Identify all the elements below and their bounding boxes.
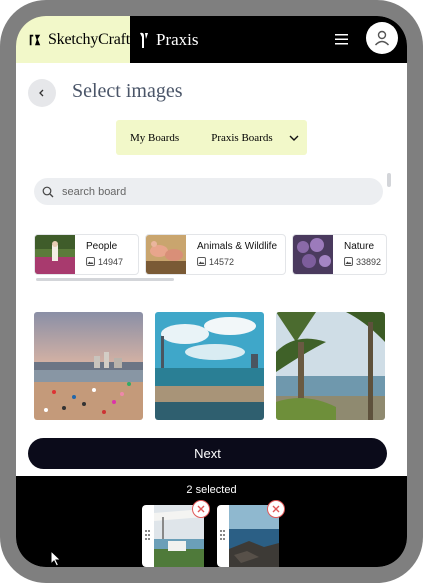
horizontal-scrollbar-thumb[interactable] — [36, 278, 174, 281]
category-name: Nature — [344, 241, 375, 252]
category-count: 14572 — [209, 257, 235, 267]
user-icon — [374, 30, 390, 46]
mouse-cursor-icon — [50, 550, 62, 567]
chevron-left-icon — [39, 89, 44, 97]
search-bar — [34, 178, 383, 205]
category-card-animals-wildlife[interactable]: Animals & Wildlife 14572 — [145, 234, 286, 275]
next-button[interactable]: Next — [28, 438, 387, 469]
vertical-scrollbar-thumb[interactable] — [387, 173, 391, 187]
top-bar: SketchyCraft Praxis — [16, 16, 407, 63]
brand-left-label: SketchyCraft — [47, 30, 130, 48]
close-icon — [197, 505, 205, 513]
remove-button[interactable] — [192, 500, 210, 518]
chevron-down-icon[interactable] — [288, 132, 300, 144]
nature-thumbnail — [293, 235, 333, 274]
brand-right-label: Praxis — [156, 29, 199, 49]
search-icon — [42, 186, 54, 197]
sketchycraft-brand[interactable]: SketchyCraft — [16, 16, 130, 63]
sketchycraft-logo-icon — [29, 34, 41, 45]
vertical-scrollbar[interactable] — [387, 173, 391, 441]
image-count-icon — [86, 257, 95, 266]
category-name: Animals & Wildlife — [197, 241, 278, 252]
back-button[interactable] — [28, 79, 56, 107]
drag-handle-icon[interactable] — [145, 530, 150, 540]
app-screen: SketchyCraft Praxis Select images My Boa… — [16, 16, 407, 567]
boards-selector: My Boards Praxis Boards — [116, 120, 307, 155]
image-count-icon — [197, 257, 206, 266]
selected-item[interactable] — [142, 500, 210, 567]
image-tile-coast[interactable] — [155, 312, 264, 420]
palms-photo — [276, 312, 385, 420]
animals-thumbnail — [146, 235, 186, 274]
selected-count: 2 selected — [186, 484, 237, 496]
category-count: 14947 — [98, 257, 124, 267]
category-count: 33892 — [356, 257, 382, 267]
selected-tray: 2 selected — [16, 476, 407, 567]
image-count-icon — [344, 257, 353, 266]
page-title: Select images — [72, 80, 183, 102]
tab-my-boards[interactable]: My Boards — [130, 132, 179, 144]
close-icon — [272, 505, 280, 513]
people-thumbnail — [35, 235, 75, 274]
coast-photo — [155, 312, 264, 420]
praxis-brand[interactable]: Praxis — [138, 16, 199, 63]
hamburger-icon[interactable] — [332, 29, 352, 49]
image-tile-beach[interactable] — [34, 312, 143, 420]
image-tile-palms[interactable] — [276, 312, 385, 420]
account-button[interactable] — [366, 22, 398, 54]
category-card-people[interactable]: People 14947 — [34, 234, 139, 275]
search-input[interactable] — [62, 185, 362, 198]
beach-photo — [34, 312, 143, 420]
drag-handle-icon[interactable] — [220, 530, 225, 540]
praxis-logo-icon — [140, 32, 148, 48]
selected-item[interactable] — [217, 500, 285, 567]
tab-praxis-boards[interactable]: Praxis Boards — [211, 132, 272, 144]
category-card-nature[interactable]: Nature 33892 — [292, 234, 387, 275]
remove-button[interactable] — [267, 500, 285, 518]
category-name: People — [86, 241, 118, 252]
